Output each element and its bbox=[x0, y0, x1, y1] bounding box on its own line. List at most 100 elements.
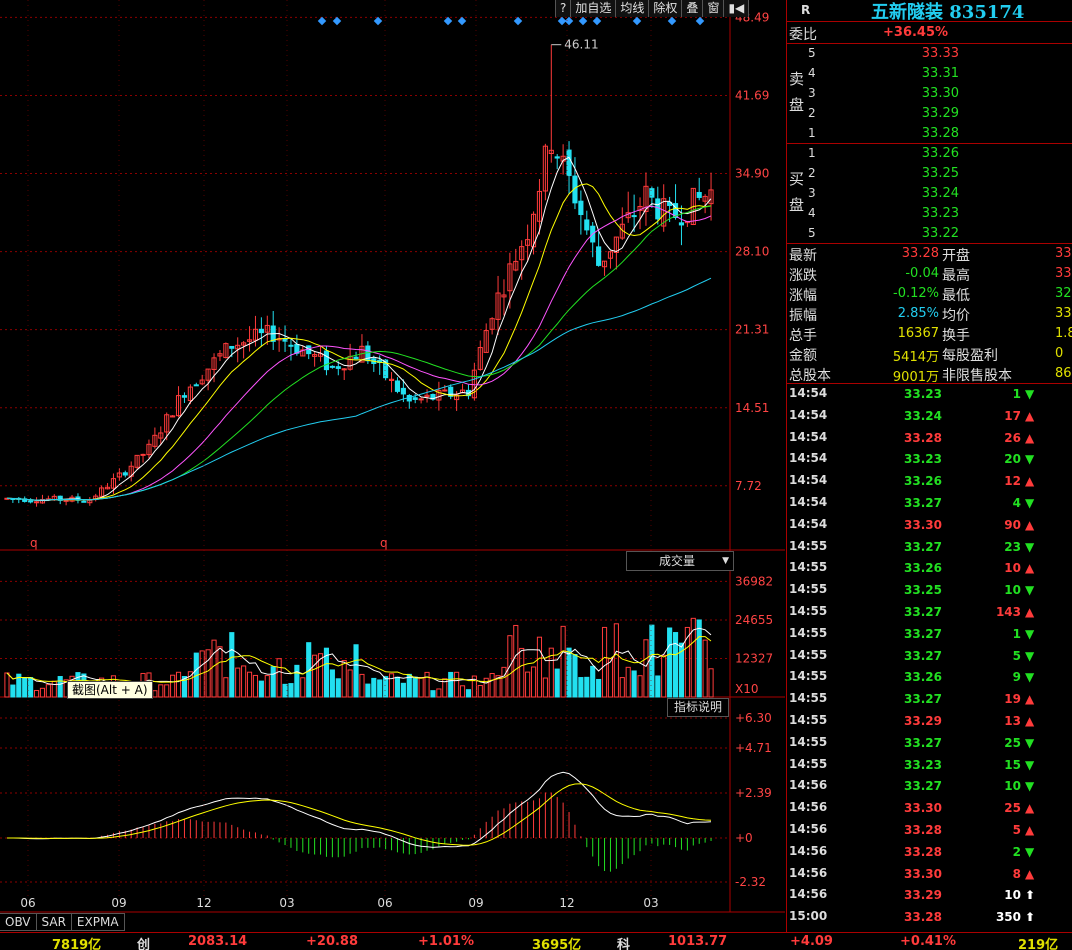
volume-bar bbox=[578, 677, 584, 698]
macd-axis-label: +6.30 bbox=[735, 711, 772, 725]
tick-row[interactable]: 14:56 33.29 10 ⬆ bbox=[787, 885, 1072, 907]
volume-bar bbox=[465, 689, 472, 698]
tick-volume: 1 bbox=[1012, 626, 1021, 641]
volume-bar bbox=[554, 668, 560, 698]
tick-row[interactable]: 14:55 33.26 9 ▼ bbox=[787, 667, 1072, 689]
volume-bar bbox=[258, 680, 264, 698]
tick-row[interactable]: 14:55 33.29 13 ▲ bbox=[787, 711, 1072, 733]
tick-row[interactable]: 14:56 33.28 5 ▲ bbox=[787, 820, 1072, 842]
ex-rights-button[interactable]: 除权 bbox=[649, 0, 683, 17]
sell-level-1[interactable]: 1 33.28 bbox=[807, 124, 1072, 144]
tick-price: 33.23 bbox=[904, 757, 942, 772]
volume-bar bbox=[264, 675, 270, 698]
time-axis-label: 09 bbox=[468, 896, 483, 910]
time-axis-label: 03 bbox=[279, 896, 294, 910]
volume-bar bbox=[459, 685, 466, 698]
volume-bar bbox=[566, 647, 572, 698]
volume-bar bbox=[489, 673, 495, 698]
moving-average-button[interactable]: 均线 bbox=[616, 0, 650, 17]
quote-panel: R 五新隧装 835174 委比 +36.45% 卖盘 5 33.33 4 33.31… bbox=[786, 0, 1072, 932]
tick-row[interactable]: 14:56 33.30 8 ▲ bbox=[787, 864, 1072, 886]
stock-name[interactable]: 五新隧装 835174 bbox=[871, 0, 1024, 24]
tick-time: 14:55 bbox=[789, 669, 828, 684]
tab-sar[interactable]: SAR bbox=[36, 913, 72, 931]
tick-row[interactable]: 15:00 33.28 350 ⬆ bbox=[787, 907, 1072, 929]
volume-bar bbox=[560, 625, 566, 698]
overlay-button[interactable]: 叠 bbox=[682, 0, 704, 17]
tick-row[interactable]: 14:55 33.27 1 ▼ bbox=[787, 624, 1072, 646]
kline-chart-canvas[interactable]: 48.4941.6934.9028.1021.3114.517.7246.11q… bbox=[0, 0, 785, 932]
tick-time: 14:55 bbox=[789, 756, 828, 771]
tick-list[interactable]: 14:54 33.23 1 ▼ 14:54 33.24 17 ▲ 14:54 33.28 26 ▲ 14… bbox=[787, 384, 1072, 929]
buy-level-5[interactable]: 5 33.22 bbox=[807, 224, 1072, 244]
tick-row[interactable]: 14:55 33.23 15 ▼ bbox=[787, 755, 1072, 777]
buy-level-number: 4 bbox=[808, 206, 816, 220]
volume-bar bbox=[418, 677, 424, 698]
volume-bar bbox=[637, 675, 643, 698]
tick-row[interactable]: 14:56 33.27 10 ▼ bbox=[787, 776, 1072, 798]
volume-indicator-selector[interactable]: 成交量 ▼ bbox=[626, 551, 734, 571]
tick-row[interactable]: 14:54 33.23 20 ▼ bbox=[787, 449, 1072, 471]
volume-bar bbox=[596, 678, 602, 698]
tick-row[interactable]: 14:55 33.27 19 ▲ bbox=[787, 689, 1072, 711]
volume-bar bbox=[667, 627, 673, 698]
window-button[interactable]: 窗 bbox=[703, 0, 725, 17]
macd-axis-label: +4.71 bbox=[735, 741, 772, 755]
ma20-line bbox=[6, 205, 712, 501]
exit-icon[interactable]: ▮◀ bbox=[724, 0, 750, 17]
buy-level-4[interactable]: 4 33.23 bbox=[807, 204, 1072, 224]
volume-scale-label: X10 bbox=[735, 682, 759, 696]
tab-expma[interactable]: EXPMA bbox=[71, 913, 125, 931]
sell-level-4[interactable]: 4 33.31 bbox=[807, 64, 1072, 84]
tab-obv[interactable]: OBV bbox=[0, 913, 37, 931]
volume-bar bbox=[229, 632, 235, 698]
tick-row[interactable]: 14:54 33.26 12 ▲ bbox=[787, 471, 1072, 493]
arrow-down-icon: ▼ bbox=[1025, 626, 1035, 641]
tick-row[interactable]: 14:55 33.26 10 ▲ bbox=[787, 558, 1072, 580]
tick-row[interactable]: 14:55 33.27 25 ▼ bbox=[787, 733, 1072, 755]
sell-price: 33.29 bbox=[921, 106, 959, 121]
add-watchlist-button[interactable]: 加自选 bbox=[571, 0, 617, 17]
volume-bar bbox=[702, 639, 708, 698]
tick-row[interactable]: 14:54 33.28 26 ▲ bbox=[787, 428, 1072, 450]
buy-level-number: 3 bbox=[808, 186, 816, 200]
help-button[interactable]: ? bbox=[556, 0, 572, 17]
tick-row[interactable]: 14:56 33.30 25 ▲ bbox=[787, 798, 1072, 820]
tick-time: 14:56 bbox=[789, 778, 828, 793]
tick-row[interactable]: 14:55 33.27 5 ▼ bbox=[787, 646, 1072, 668]
volume-bar bbox=[613, 623, 619, 698]
tick-price: 33.28 bbox=[904, 822, 942, 837]
stat-row: 涨幅 -0.12% 最低 32 bbox=[787, 284, 1072, 304]
tick-row[interactable]: 14:55 33.25 10 ▼ bbox=[787, 580, 1072, 602]
stat-value: 2.85% bbox=[897, 306, 939, 321]
buy-level-3[interactable]: 3 33.24 bbox=[807, 184, 1072, 204]
sell-level-3[interactable]: 3 33.30 bbox=[807, 84, 1072, 104]
tick-time: 15:00 bbox=[789, 909, 828, 924]
tick-row[interactable]: 14:54 33.30 90 ▲ bbox=[787, 515, 1072, 537]
tick-row[interactable]: 14:55 33.27 143 ▲ bbox=[787, 602, 1072, 624]
sell-price: 33.30 bbox=[921, 86, 959, 101]
buy-level-2[interactable]: 2 33.25 bbox=[807, 164, 1072, 184]
kline-chart-area[interactable]: 48.49 41.69 34.90 28.10 21.31 14.51 7.72 46.11 q… bbox=[0, 0, 785, 932]
tick-row[interactable]: 14:54 33.23 1 ▼ bbox=[787, 384, 1072, 406]
volume-bar bbox=[400, 682, 406, 698]
volume-bar bbox=[542, 677, 548, 698]
candle-body bbox=[678, 222, 685, 226]
ma60-line bbox=[6, 277, 712, 501]
sell-level-5[interactable]: 5 33.33 bbox=[807, 44, 1072, 64]
tick-time: 14:54 bbox=[789, 473, 828, 488]
volume-bar bbox=[28, 677, 34, 698]
sell-level-number: 5 bbox=[808, 46, 816, 60]
tick-row[interactable]: 14:56 33.28 2 ▼ bbox=[787, 842, 1072, 864]
tick-row[interactable]: 14:55 33.27 23 ▼ bbox=[787, 537, 1072, 559]
sell-level-2[interactable]: 2 33.29 bbox=[807, 104, 1072, 124]
event-marker-icon bbox=[695, 16, 705, 26]
candle-body bbox=[329, 365, 335, 368]
indicator-help-button[interactable]: 指标说明 bbox=[667, 698, 729, 717]
chart-toolbar: ? 加自选 均线 除权 叠 窗 ▮◀ bbox=[555, 0, 750, 17]
buy-level-1[interactable]: 1 33.26 bbox=[807, 144, 1072, 164]
tick-row[interactable]: 14:54 33.27 4 ▼ bbox=[787, 493, 1072, 515]
tick-row[interactable]: 14:54 33.24 17 ▲ bbox=[787, 406, 1072, 428]
event-marker-icon bbox=[443, 16, 453, 26]
volume-bar bbox=[205, 649, 211, 698]
